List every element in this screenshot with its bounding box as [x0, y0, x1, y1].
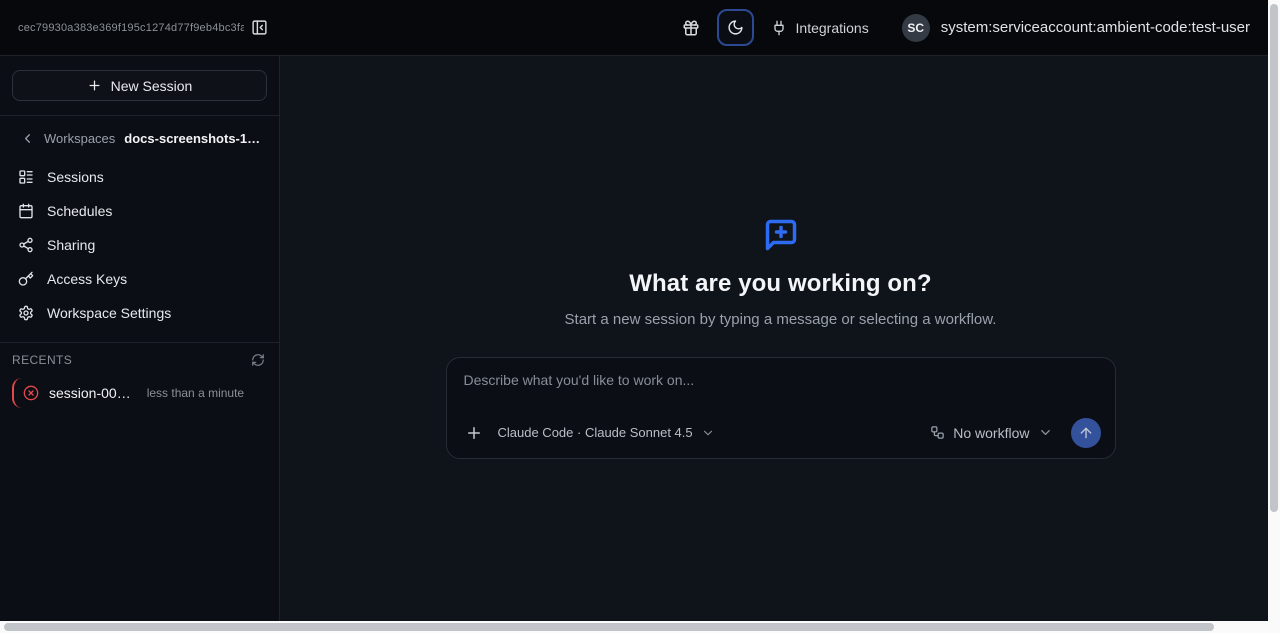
workflow-selector[interactable]: No workflow — [930, 425, 1052, 441]
plug-icon — [771, 20, 787, 36]
share-icon — [18, 237, 34, 253]
refresh-recents-button[interactable] — [251, 353, 265, 367]
sidebar-nav: Sessions Schedules Shari — [0, 154, 279, 330]
avatar: SC — [902, 14, 930, 42]
calendar-icon — [18, 203, 34, 219]
vertical-scrollbar[interactable] — [1268, 0, 1280, 621]
gift-icon — [682, 19, 700, 37]
message-input[interactable] — [459, 369, 1103, 411]
new-session-hero: What are you working on? Start a new ses… — [446, 217, 1116, 459]
workspace-switcher[interactable]: Workspaces docs-screenshots-17… — [0, 116, 279, 154]
topbar: cec79930a383e369f195c1274d77f9eb4bc3fa19 — [0, 0, 1280, 56]
recent-session-name: session-00… — [49, 385, 131, 401]
recents-header: RECENTS — [0, 343, 279, 371]
user-menu[interactable]: SC system:serviceaccount:ambient-code:te… — [902, 14, 1250, 42]
error-circle-icon — [23, 385, 39, 401]
gear-icon — [18, 305, 34, 321]
integrations-button[interactable]: Integrations — [771, 20, 869, 36]
main-content: What are you working on? Start a new ses… — [281, 56, 1280, 633]
vertical-scrollbar-thumb[interactable] — [1270, 4, 1278, 512]
workflow-icon — [930, 425, 945, 440]
workspace-hash: cec79930a383e369f195c1274d77f9eb4bc3fa19 — [18, 22, 244, 34]
sidebar-toggle-button[interactable] — [251, 19, 268, 36]
key-icon — [18, 271, 34, 287]
username: system:serviceaccount:ambient-code:test-… — [941, 19, 1250, 36]
chevron-down-icon — [1038, 425, 1053, 440]
chevron-left-icon — [20, 131, 35, 146]
gift-button[interactable] — [682, 19, 700, 37]
sidebar-item-sessions[interactable]: Sessions — [0, 160, 279, 194]
sidebar: New Session Workspaces docs-screenshots-… — [0, 56, 280, 633]
page-subtitle: Start a new session by typing a message … — [565, 311, 997, 328]
panel-left-close-icon — [251, 19, 268, 36]
topbar-left: cec79930a383e369f195c1274d77f9eb4bc3fa19 — [18, 19, 268, 36]
scrollbar-corner — [1268, 621, 1280, 633]
sidebar-item-label: Sessions — [47, 169, 104, 185]
theme-toggle-button[interactable] — [717, 9, 754, 46]
recents-label: RECENTS — [12, 353, 72, 367]
sidebar-item-label: Workspace Settings — [47, 305, 171, 321]
composer-left: Claude Code · Claude Sonnet 4.5 — [465, 424, 715, 442]
sidebar-item-access-keys[interactable]: Access Keys — [0, 262, 279, 296]
page-title: What are you working on? — [629, 270, 931, 298]
chevron-down-icon — [701, 426, 715, 440]
horizontal-scrollbar[interactable] — [0, 621, 1268, 633]
model-label: Claude Code · Claude Sonnet 4.5 — [498, 425, 693, 440]
workspace-name: docs-screenshots-17… — [124, 131, 265, 146]
moon-icon — [727, 19, 744, 36]
sidebar-item-schedules[interactable]: Schedules — [0, 194, 279, 228]
topbar-right: Integrations SC system:serviceaccount:am… — [682, 9, 1250, 46]
send-button[interactable] — [1071, 418, 1101, 448]
arrow-up-icon — [1078, 425, 1094, 441]
new-session-button[interactable]: New Session — [12, 70, 267, 101]
horizontal-scrollbar-thumb[interactable] — [4, 623, 1214, 631]
attach-button[interactable] — [465, 424, 483, 442]
plus-icon — [465, 424, 483, 442]
message-square-plus-icon — [763, 217, 799, 253]
sidebar-item-sharing[interactable]: Sharing — [0, 228, 279, 262]
plus-icon — [87, 78, 102, 93]
composer-card: Claude Code · Claude Sonnet 4.5 — [446, 357, 1116, 459]
workflow-label: No workflow — [953, 425, 1029, 441]
composer-toolbar: Claude Code · Claude Sonnet 4.5 — [459, 418, 1103, 448]
composer-right: No workflow — [930, 418, 1100, 448]
refresh-icon — [251, 353, 265, 367]
layout-list-icon — [18, 169, 34, 185]
sidebar-item-workspace-settings[interactable]: Workspace Settings — [0, 296, 279, 330]
sidebar-item-label: Schedules — [47, 203, 112, 219]
recent-session-time: less than a minute — [147, 386, 244, 400]
app-root: cec79930a383e369f195c1274d77f9eb4bc3fa19 — [0, 0, 1280, 633]
workspaces-label: Workspaces — [44, 131, 115, 146]
recent-session-item[interactable]: session-00… less than a minute — [12, 378, 269, 408]
integrations-label: Integrations — [796, 20, 869, 36]
model-selector[interactable]: Claude Code · Claude Sonnet 4.5 — [498, 425, 715, 440]
new-session-label: New Session — [111, 78, 193, 94]
sidebar-item-label: Sharing — [47, 237, 95, 253]
sidebar-item-label: Access Keys — [47, 271, 127, 287]
